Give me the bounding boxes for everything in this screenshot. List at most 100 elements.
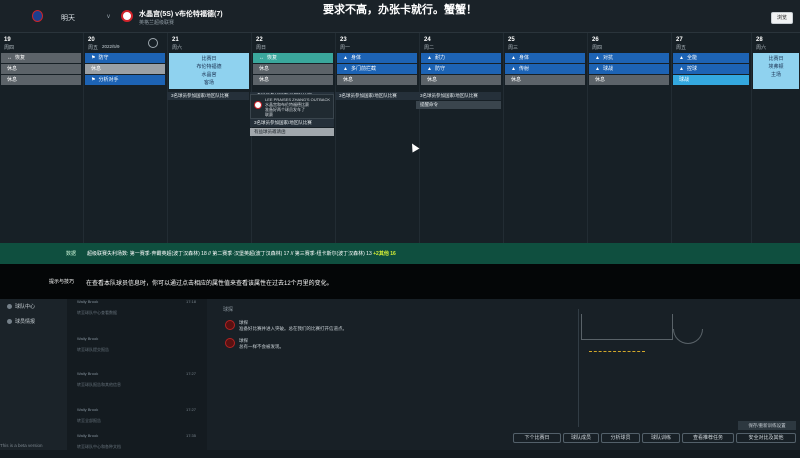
day-name: 周六 — [756, 45, 767, 51]
beta-notice: This is a beta version — [0, 443, 43, 448]
day-number: 24 — [424, 37, 431, 43]
calendar-day: 25 周三 ▲ 身体 ▲ 传射 休息 — [504, 33, 588, 243]
session[interactable]: 休息 — [505, 75, 585, 85]
session[interactable]: ▲ 防守 — [421, 64, 501, 74]
message-item[interactable]: Wally Brook 转至球队提交报告 — [77, 336, 202, 361]
away-team-crest — [121, 10, 133, 22]
session[interactable]: ▲ 多门前拦截 — [337, 64, 417, 74]
home-team-crest — [32, 10, 43, 22]
calendar-day: 21 周六 比赛日 布伦特福德 水晶宫 客场 — [168, 33, 252, 243]
session[interactable]: ▲ 球战 — [589, 64, 669, 74]
progress-text: 超级联赛失利场数: 第一赛季·奔霸英超(波丁汉森林) 18 // 第二赛季·汉堡… — [87, 251, 396, 257]
squad-button[interactable]: 球队成员 — [563, 433, 599, 443]
calendar-day: 20 周五 2022/5/9 ⚑ 防守 休息 ⚑ 分析对手 — [84, 33, 168, 243]
day-name: 周二 — [424, 45, 435, 51]
compare-button[interactable]: 安全对比及其他 — [736, 433, 796, 443]
session[interactable]: 休息 — [253, 75, 333, 85]
club-crest — [254, 101, 262, 109]
match-day-card[interactable]: 比赛日 布伦特福德 水晶宫 客场 — [169, 53, 249, 89]
day-number: 27 — [676, 37, 683, 43]
vs-label: v — [107, 14, 110, 20]
session[interactable]: ⚑ 防守 — [85, 53, 165, 63]
analyse-button[interactable]: 分析球员 — [601, 433, 640, 443]
physical-icon: ▲ — [343, 55, 348, 61]
scout-avatar — [225, 338, 235, 348]
day-number: 20 — [88, 37, 95, 43]
session[interactable]: ▲ 控球 — [673, 64, 749, 74]
calendar-event[interactable]: 3名球员参加国家/地区队比赛 — [250, 119, 334, 127]
session[interactable]: ⚑ 分析对手 — [85, 75, 165, 85]
session[interactable]: ▲ 耐力 — [421, 53, 501, 63]
news-popup[interactable]: LEE PRAISES ZHANG'S OUTBACK 水晶宫和布伦特福德比赛 … — [250, 94, 334, 119]
session[interactable]: 休息 — [589, 75, 669, 85]
menu-item-scouting[interactable]: 球员情报 — [7, 318, 35, 325]
session[interactable]: ↔ 恢复 — [253, 53, 333, 63]
session[interactable]: 休息 — [85, 64, 165, 74]
left-menu: 球队中心 球员情报 — [0, 299, 67, 450]
message-item[interactable]: Wally Brook 转至球队中心查看数据 17:18 — [77, 299, 202, 324]
physical-icon: ▲ — [511, 55, 516, 61]
scout-comment: 球探 准备好比赛并进入突破。总在我们的比赛打开信道点。 — [225, 320, 347, 332]
message-item[interactable]: Wally Brook 转至球队报告和其他信息 17:27 — [77, 371, 202, 396]
day-name: 周六 — [172, 45, 183, 51]
defence-icon: ⚑ — [91, 55, 96, 61]
date-label: 2022/5/9 — [102, 44, 120, 49]
loading-icon — [148, 38, 158, 48]
ball-icon: ▲ — [679, 66, 684, 72]
day-name: 周五 — [676, 45, 687, 51]
day-name: 周一 — [340, 45, 351, 51]
match-day-card[interactable]: 比赛日 埃弗顿 主场 — [753, 53, 799, 89]
session[interactable]: 休息 — [1, 75, 81, 85]
session[interactable]: ▲ 传射 — [505, 64, 585, 74]
message-item[interactable]: Wally Brook 转至全部报告 17:27 — [77, 407, 202, 432]
day-name: 周日 — [256, 45, 267, 51]
tip-bar: 提示与技巧 在查看本队球员信息时，你可以通过点击相应的属性值来查看该属性在过去1… — [0, 264, 800, 299]
physical-icon: ▲ — [595, 55, 600, 61]
tip-text: 在查看本队球员信息时，你可以通过点击相应的属性值来查看该属性在过去12个月里的变… — [86, 281, 333, 287]
scout-comment: 球探 总有一样不会被发现。 — [225, 338, 284, 350]
pitch-diagram — [578, 309, 798, 427]
day-number: 21 — [172, 37, 179, 43]
banner-text: 要求不高，办张卡就行。蟹蟹！ — [323, 4, 477, 16]
calendar-event[interactable]: 提醒命令 — [416, 101, 501, 109]
menu-item-team-centre[interactable]: 球队中心 — [7, 303, 35, 310]
session[interactable]: ↔ 恢复 — [1, 53, 81, 63]
training-button[interactable]: 球队训练 — [642, 433, 680, 443]
session[interactable]: ▲ 身体 — [337, 53, 417, 63]
continue-button[interactable]: 浏览 — [771, 12, 793, 24]
message-item[interactable]: Wally Brook 转至球队中心和各种文档 17:35 — [77, 433, 202, 458]
tip-label: 提示与技巧 — [49, 279, 75, 285]
pitch-box — [581, 314, 673, 340]
session[interactable]: 休息 — [337, 75, 417, 85]
session[interactable]: ▲ 全能 — [673, 53, 749, 63]
passing-icon: ▲ — [511, 66, 516, 72]
calendar-day: 26 周四 ▲ 对抗 ▲ 球战 休息 — [588, 33, 672, 243]
stamina-icon: ▲ — [427, 55, 432, 61]
session[interactable]: 休息 — [421, 75, 501, 85]
day-name: 周四 — [4, 45, 15, 51]
day-number: 25 — [508, 37, 515, 43]
scout-avatar — [225, 320, 235, 330]
day-name: 周五 — [88, 45, 99, 51]
calendar-event[interactable]: 3名球员参加国家/地区队比赛 — [416, 92, 501, 100]
progress-label: 数据 — [66, 251, 77, 257]
calendar-event[interactable]: 3名球员参加国家/地区队比赛 — [167, 92, 249, 100]
session[interactable]: ▲ 身体 — [505, 53, 585, 63]
goal-icon: ▲ — [343, 66, 348, 72]
tasks-button[interactable]: 查看推荐任务 — [682, 433, 734, 443]
day-number: 28 — [756, 37, 763, 43]
recovery-icon: ↔ — [259, 55, 264, 61]
recovery-icon: ↔ — [7, 55, 12, 61]
session[interactable]: 休息 — [253, 64, 333, 74]
general-icon: ▲ — [679, 55, 684, 61]
next-match-button[interactable]: 下个比赛日 — [513, 433, 561, 443]
match-title[interactable]: 水晶宫(5S) v布伦特福德(7) — [139, 9, 223, 19]
save-settings-button[interactable]: 保存/重新训练设置 — [738, 421, 796, 430]
calendar-day: 28 周六 比赛日 埃弗顿 主场 — [752, 33, 800, 243]
calendar-event[interactable]: 3名球员参加国家/地区队比赛 — [335, 92, 416, 100]
session[interactable]: 球战 — [673, 75, 749, 85]
calendar-event[interactable]: 有益球员邀请函 — [250, 128, 334, 136]
session[interactable]: 休息 — [1, 64, 81, 74]
top-bar: 明天 v 水晶宫(5S) v布伦特福德(7) 英格兰超级联赛 要求不高，办张卡就… — [0, 0, 800, 33]
session[interactable]: ▲ 对抗 — [589, 53, 669, 63]
